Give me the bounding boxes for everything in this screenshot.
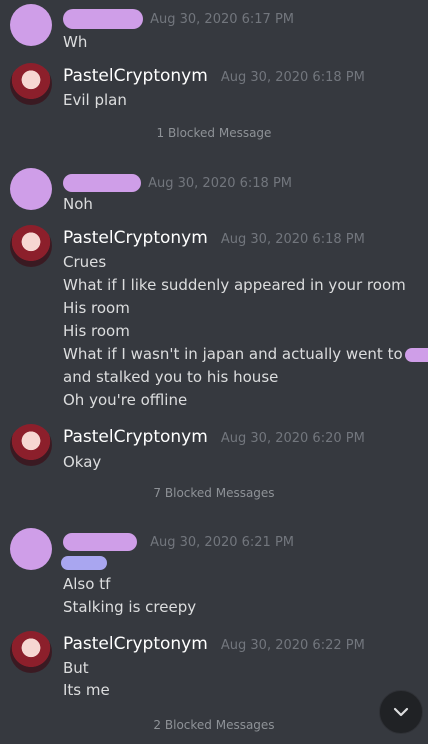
timestamp: Aug 30, 2020 6:18 PM <box>148 176 293 191</box>
message-text: Wh <box>63 33 88 51</box>
username[interactable]: PastelCryptonym <box>63 66 208 86</box>
message-text: Oh you're offline <box>63 391 188 409</box>
avatar[interactable] <box>10 424 52 466</box>
avatar[interactable] <box>10 4 52 46</box>
chevron-down-icon <box>393 707 409 717</box>
redacted-username <box>63 173 141 192</box>
message-text: Its me <box>63 681 110 699</box>
message-text: But <box>63 659 89 677</box>
message-text: What if I like suddenly appeared in your… <box>63 276 406 294</box>
chat-message-list: Aug 30, 2020 6:17 PM Wh PastelCryptonym … <box>0 0 428 744</box>
message-text: and stalked you to his house <box>63 368 279 386</box>
redacted-text <box>404 347 428 362</box>
avatar[interactable] <box>10 225 52 267</box>
message-text: What if I wasn't in japan and actually w… <box>63 345 403 363</box>
redacted-reply <box>61 556 107 570</box>
jump-to-present-button[interactable] <box>379 690 423 734</box>
avatar[interactable] <box>10 528 52 570</box>
redacted-username <box>63 532 137 551</box>
avatar[interactable] <box>10 168 52 210</box>
timestamp: Aug 30, 2020 6:17 PM <box>150 12 295 27</box>
message-text: His room <box>63 299 130 317</box>
message-line: What if I wasn't in japan and actually w… <box>63 344 428 364</box>
timestamp: Aug 30, 2020 6:20 PM <box>220 431 365 446</box>
redacted-username <box>63 8 143 29</box>
username[interactable]: PastelCryptonym <box>63 427 208 447</box>
message-header: Aug 30, 2020 6:17 PM <box>63 8 294 30</box>
username[interactable]: PastelCryptonym <box>63 634 208 654</box>
message-text: Noh <box>63 195 93 213</box>
message-header: PastelCryptonym Aug 30, 2020 6:18 PM <box>63 66 365 88</box>
blocked-messages-notice[interactable]: 7 Blocked Messages <box>0 486 428 500</box>
timestamp: Aug 30, 2020 6:21 PM <box>150 535 295 550</box>
avatar[interactable] <box>10 63 52 105</box>
blocked-messages-notice[interactable]: 2 Blocked Messages <box>0 718 428 732</box>
message-header: PastelCryptonym Aug 30, 2020 6:18 PM <box>63 228 365 250</box>
timestamp: Aug 30, 2020 6:18 PM <box>220 232 365 247</box>
message-header: Aug 30, 2020 6:21 PM <box>63 531 294 553</box>
message-text: Also tf <box>63 575 111 593</box>
message-text: Okay <box>63 453 102 471</box>
message-header: PastelCryptonym Aug 30, 2020 6:22 PM <box>63 634 365 656</box>
message-text: Stalking is creepy <box>63 598 197 616</box>
avatar[interactable] <box>10 631 52 673</box>
message-text: His room <box>63 322 130 340</box>
message-text: Crues <box>63 253 107 271</box>
timestamp: Aug 30, 2020 6:22 PM <box>220 638 365 653</box>
timestamp: Aug 30, 2020 6:18 PM <box>220 70 365 85</box>
blocked-messages-notice[interactable]: 1 Blocked Message <box>0 126 428 140</box>
message-header: Aug 30, 2020 6:18 PM <box>63 172 292 194</box>
username[interactable]: PastelCryptonym <box>63 228 208 248</box>
message-header: PastelCryptonym Aug 30, 2020 6:20 PM <box>63 427 365 449</box>
message-text: Evil plan <box>63 91 127 109</box>
